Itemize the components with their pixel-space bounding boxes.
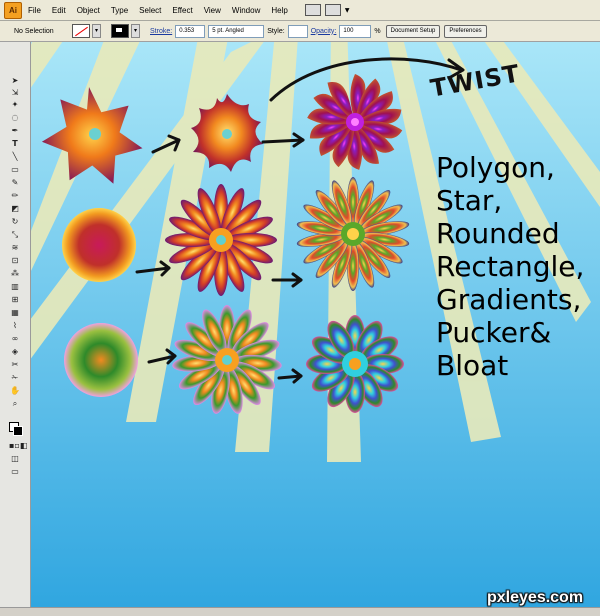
menu-select[interactable]: Select [139, 6, 161, 15]
direct-selection-tool-icon[interactable]: ⇲ [9, 88, 21, 97]
opacity-unit: % [374, 27, 381, 35]
menu-bar: Ai File Edit Object Type Select Effect V… [0, 0, 600, 21]
rectangle-tool-icon[interactable]: ▭ [9, 165, 21, 174]
caption-line: Rounded [436, 217, 560, 250]
pencil-tool-icon[interactable]: ✏ [9, 191, 21, 200]
draw-mode-icon[interactable]: ◫ [9, 454, 21, 463]
line-tool-icon[interactable]: ╲ [9, 152, 21, 161]
menu-object[interactable]: Object [77, 6, 100, 15]
caption-line: Polygon, [436, 151, 555, 184]
menu-window[interactable]: Window [232, 6, 260, 15]
fill-swatch[interactable] [72, 24, 90, 38]
scissors-tool-icon[interactable]: ✁ [9, 373, 21, 382]
tools-panel: ➤ ⇲ ✦ ◌ ✒ T ╲ ▭ ✎ ✏ ◩ ↻ ⤡ ≋ ⊡ ⁂ ▥ ⊞ ▦ ⌇ … [0, 42, 31, 608]
bloat-flower-shape [165, 184, 277, 296]
selection-status: No Selection [14, 27, 54, 35]
style-field[interactable] [287, 24, 308, 38]
stroke-dropdown[interactable]: ▾ [131, 24, 140, 38]
bridge-icon[interactable] [304, 4, 321, 16]
caption-line: Pucker& [436, 316, 552, 349]
symbol-sprayer-tool-icon[interactable]: ⁂ [9, 269, 21, 278]
caption-line: Bloat [436, 349, 509, 382]
fill-dropdown[interactable]: ▾ [92, 24, 101, 38]
menu-help[interactable]: Help [271, 6, 287, 15]
eyedropper-tool-icon[interactable]: ⌇ [9, 321, 21, 330]
gradient-circle-shape [62, 208, 136, 282]
menu-effect[interactable]: Effect [172, 6, 192, 15]
rotate-tool-icon[interactable]: ↻ [9, 217, 21, 226]
stroke-label[interactable]: Stroke: [150, 28, 172, 35]
eraser-tool-icon[interactable]: ◩ [9, 204, 21, 213]
selection-tool-icon[interactable]: ➤ [9, 76, 21, 85]
star-center [89, 128, 101, 140]
control-bar: No Selection ▾ ▾ Stroke: 0.353 5 pt. Ang… [0, 21, 600, 42]
fill-stroke-swatch-icon[interactable] [9, 422, 23, 436]
caption-line: Star, [436, 184, 503, 217]
green-gradient-circle-shape [64, 323, 138, 397]
graph-tool-icon[interactable]: ▥ [9, 282, 21, 291]
zoom-tool-icon[interactable]: ⌕ [9, 399, 21, 408]
opacity-field[interactable]: 100 [339, 24, 372, 38]
caption-text: Polygon, Star, Rounded Rectangle, Gradie… [436, 151, 596, 382]
app-logo: Ai [4, 1, 22, 19]
style-label: Style: [267, 27, 285, 35]
live-paint-tool-icon[interactable]: ◈ [9, 347, 21, 356]
color-mode-icon[interactable]: ▪▫◧ [9, 441, 27, 450]
opacity-label[interactable]: Opacity: [311, 28, 337, 35]
menu-type[interactable]: Type [111, 6, 128, 15]
menu-icon-group: ▼ [304, 4, 350, 16]
screen-mode-icon[interactable]: ▭ [9, 467, 21, 476]
free-transform-tool-icon[interactable]: ⊡ [9, 256, 21, 265]
chevron-down-icon[interactable]: ▼ [345, 7, 350, 14]
gradient-tool-icon[interactable]: ▦ [9, 308, 21, 317]
menu-edit[interactable]: Edit [52, 6, 66, 15]
paintbrush-tool-icon[interactable]: ✎ [9, 178, 21, 187]
caption-line: Gradients, [436, 283, 582, 316]
stroke-swatch[interactable] [111, 24, 129, 38]
artboard[interactable]: TWIST Polygon, Star, Rounded Rectangle, … [31, 42, 600, 608]
stroke-weight-field[interactable]: 0.353 [175, 24, 206, 38]
slice-tool-icon[interactable]: ✂ [9, 360, 21, 369]
document-setup-button[interactable]: Document Setup [385, 24, 441, 38]
workspace-icon[interactable] [324, 4, 341, 16]
caption-line: Rectangle, [436, 250, 585, 283]
mesh-tool-icon[interactable]: ⊞ [9, 295, 21, 304]
type-tool-icon[interactable]: T [9, 139, 21, 148]
menu-file[interactable]: File [28, 6, 41, 15]
brush-field[interactable]: 5 pt. Angled [208, 24, 265, 38]
menu-view[interactable]: View [204, 6, 221, 15]
watermark: pxleyes.com [487, 589, 584, 606]
warp-tool-icon[interactable]: ≋ [9, 243, 21, 252]
preferences-button[interactable]: Preferences [444, 24, 487, 38]
blend-tool-icon[interactable]: ∞ [9, 334, 21, 343]
pen-tool-icon[interactable]: ✒ [9, 126, 21, 135]
lasso-tool-icon[interactable]: ◌ [9, 113, 21, 122]
hand-tool-icon[interactable]: ✋ [9, 386, 21, 395]
magic-wand-tool-icon[interactable]: ✦ [9, 100, 21, 109]
scale-tool-icon[interactable]: ⤡ [9, 230, 21, 239]
